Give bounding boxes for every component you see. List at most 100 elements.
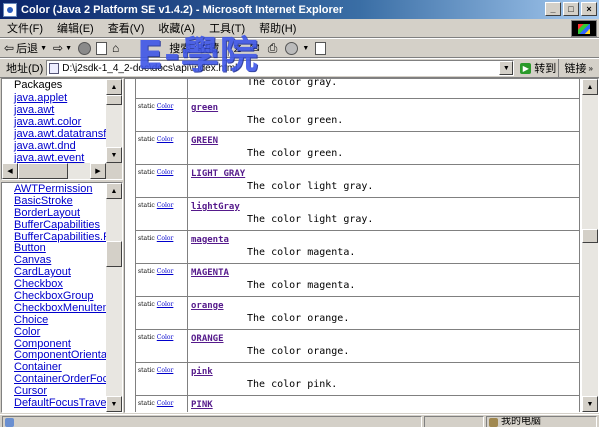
field-description: The color green. bbox=[247, 148, 344, 159]
field-table: The color gray. static Color green The co… bbox=[135, 79, 580, 412]
field-link[interactable]: pink bbox=[191, 367, 576, 378]
field-description: The color magenta. bbox=[247, 280, 356, 291]
type-link[interactable]: Color bbox=[157, 301, 174, 308]
scroll-thumb[interactable] bbox=[106, 95, 122, 105]
links-label: 链接 bbox=[564, 63, 587, 75]
class-link[interactable]: CheckboxMenuItem bbox=[14, 302, 106, 315]
print-icon[interactable]: ⎙ bbox=[268, 42, 278, 54]
package-vertical-scrollbar[interactable]: ▲ ▼ bbox=[106, 79, 122, 163]
modifier-text: static bbox=[138, 334, 155, 341]
modifier-text: static bbox=[138, 136, 155, 143]
class-vertical-scrollbar[interactable]: ▲ ▼ bbox=[106, 183, 122, 412]
modifier-cell: static Color bbox=[135, 98, 188, 132]
description-cell: The color gray. bbox=[187, 79, 580, 99]
chevron-down-icon[interactable]: ▼ bbox=[40, 45, 47, 52]
field-description: The color pink. bbox=[247, 379, 338, 390]
mail-icon[interactable]: ✉ bbox=[250, 42, 260, 54]
type-link[interactable]: Color bbox=[157, 136, 174, 143]
class-link[interactable]: BasicStroke bbox=[14, 195, 106, 208]
field-description bbox=[191, 411, 576, 412]
forward-button[interactable]: ⇨ ▼ bbox=[53, 42, 72, 54]
scroll-down-icon[interactable]: ▼ bbox=[106, 396, 122, 412]
scroll-thumb[interactable] bbox=[582, 229, 598, 243]
chevron-down-icon[interactable]: ▼ bbox=[302, 45, 309, 52]
scroll-right-icon[interactable]: ▶ bbox=[90, 163, 106, 179]
scroll-up-icon[interactable]: ▲ bbox=[582, 79, 598, 95]
type-link[interactable]: Color bbox=[157, 235, 174, 242]
links-button[interactable]: 链接 » bbox=[557, 59, 599, 77]
chevron-down-icon[interactable]: ▼ bbox=[65, 45, 72, 52]
package-link[interactable]: java.awt.dnd bbox=[14, 140, 106, 152]
type-link[interactable]: Color bbox=[157, 103, 174, 110]
class-link[interactable]: Choice bbox=[14, 314, 106, 327]
discuss-icon[interactable] bbox=[315, 41, 327, 55]
description-cell: LIGHT_GRAY The color light gray. bbox=[187, 164, 580, 198]
history-icon[interactable]: ⧖ bbox=[233, 42, 241, 54]
my-computer-icon bbox=[489, 418, 498, 427]
status-progress bbox=[424, 416, 484, 427]
description-cell: ORANGE The color orange. bbox=[187, 329, 580, 363]
menu-view[interactable]: 查看(V) bbox=[101, 20, 152, 36]
field-link[interactable]: MAGENTA bbox=[191, 268, 576, 279]
scroll-up-icon[interactable]: ▲ bbox=[106, 79, 122, 95]
menu-file[interactable]: 文件(F) bbox=[0, 20, 50, 36]
package-link[interactable]: java.awt.color bbox=[14, 116, 106, 128]
table-row: static Color ORANGE The color orange. bbox=[135, 329, 580, 363]
search-button[interactable]: 搜索 bbox=[169, 40, 191, 56]
package-link[interactable]: java.awt.datatransfe bbox=[14, 128, 106, 140]
modifier-cell: static Color bbox=[135, 263, 188, 297]
refresh-icon[interactable] bbox=[96, 41, 107, 55]
description-cell: PINK bbox=[187, 395, 580, 412]
go-button[interactable]: ▶ 转到 bbox=[520, 60, 556, 76]
modifier-text: static bbox=[138, 202, 155, 209]
chevron-down-icon[interactable]: ▼ bbox=[499, 61, 514, 75]
class-link[interactable]: Color bbox=[14, 326, 106, 339]
field-link[interactable]: lightGray bbox=[191, 202, 576, 213]
type-link[interactable]: Color bbox=[157, 334, 174, 341]
type-link[interactable]: Color bbox=[157, 169, 174, 176]
type-link[interactable]: Color bbox=[157, 400, 174, 407]
type-link[interactable]: Color bbox=[157, 202, 174, 209]
back-button[interactable]: ⇦ 后退 ▼ bbox=[4, 40, 47, 56]
home-icon[interactable]: ⌂ bbox=[112, 42, 119, 54]
field-link[interactable]: GREEN bbox=[191, 136, 576, 147]
table-row: static Color orange The color orange. bbox=[135, 296, 580, 330]
edit-icon[interactable] bbox=[285, 41, 299, 55]
class-frame: AWTPermission BasicStroke BorderLayout B… bbox=[1, 182, 123, 413]
field-link[interactable]: green bbox=[191, 103, 576, 114]
favorites-button[interactable]: 收藏 bbox=[197, 40, 219, 56]
scroll-down-icon[interactable]: ▼ bbox=[582, 396, 598, 412]
class-link[interactable]: BufferCapabilities bbox=[14, 219, 106, 232]
package-link[interactable]: java.awt.event bbox=[14, 152, 106, 163]
field-link[interactable]: LIGHT_GRAY bbox=[191, 169, 576, 180]
stop-icon[interactable] bbox=[78, 41, 91, 55]
class-link[interactable]: DefaultFocusTravers bbox=[14, 397, 106, 410]
content-vertical-scrollbar[interactable]: ▲ ▼ bbox=[582, 79, 598, 412]
field-link[interactable]: orange bbox=[191, 301, 576, 312]
menu-tools[interactable]: 工具(T) bbox=[202, 20, 252, 36]
scroll-thumb[interactable] bbox=[18, 163, 68, 179]
scroll-left-icon[interactable]: ◀ bbox=[2, 163, 18, 179]
scroll-up-icon[interactable]: ▲ bbox=[106, 183, 122, 199]
address-input[interactable]: D:\j2sdk-1_4_2-doc\docs\api\index.html ▼ bbox=[46, 60, 515, 76]
menu-favorites[interactable]: 收藏(A) bbox=[151, 20, 202, 36]
maximize-button[interactable]: □ bbox=[563, 2, 579, 16]
search-label: 搜索 bbox=[169, 43, 192, 55]
type-link[interactable]: Color bbox=[157, 268, 174, 275]
minimize-button[interactable]: _ bbox=[545, 2, 561, 16]
scroll-down-icon[interactable]: ▼ bbox=[106, 147, 122, 163]
scroll-thumb[interactable] bbox=[106, 241, 122, 267]
menu-help[interactable]: 帮助(H) bbox=[252, 20, 303, 36]
field-link[interactable]: PINK bbox=[191, 400, 576, 411]
menu-edit[interactable]: 编辑(E) bbox=[50, 20, 101, 36]
package-link[interactable]: java.awt bbox=[14, 104, 106, 116]
package-link[interactable]: java.applet bbox=[14, 92, 106, 104]
package-horizontal-scrollbar[interactable]: ◀ ▶ bbox=[2, 163, 106, 179]
class-link[interactable]: BorderLayout bbox=[14, 207, 106, 220]
close-button[interactable]: × bbox=[581, 2, 597, 16]
modifier-cell: static Color bbox=[135, 164, 188, 198]
field-link[interactable]: magenta bbox=[191, 235, 576, 246]
description-cell: green The color green. bbox=[187, 98, 580, 132]
field-link[interactable]: ORANGE bbox=[191, 334, 576, 345]
type-link[interactable]: Color bbox=[157, 367, 174, 374]
